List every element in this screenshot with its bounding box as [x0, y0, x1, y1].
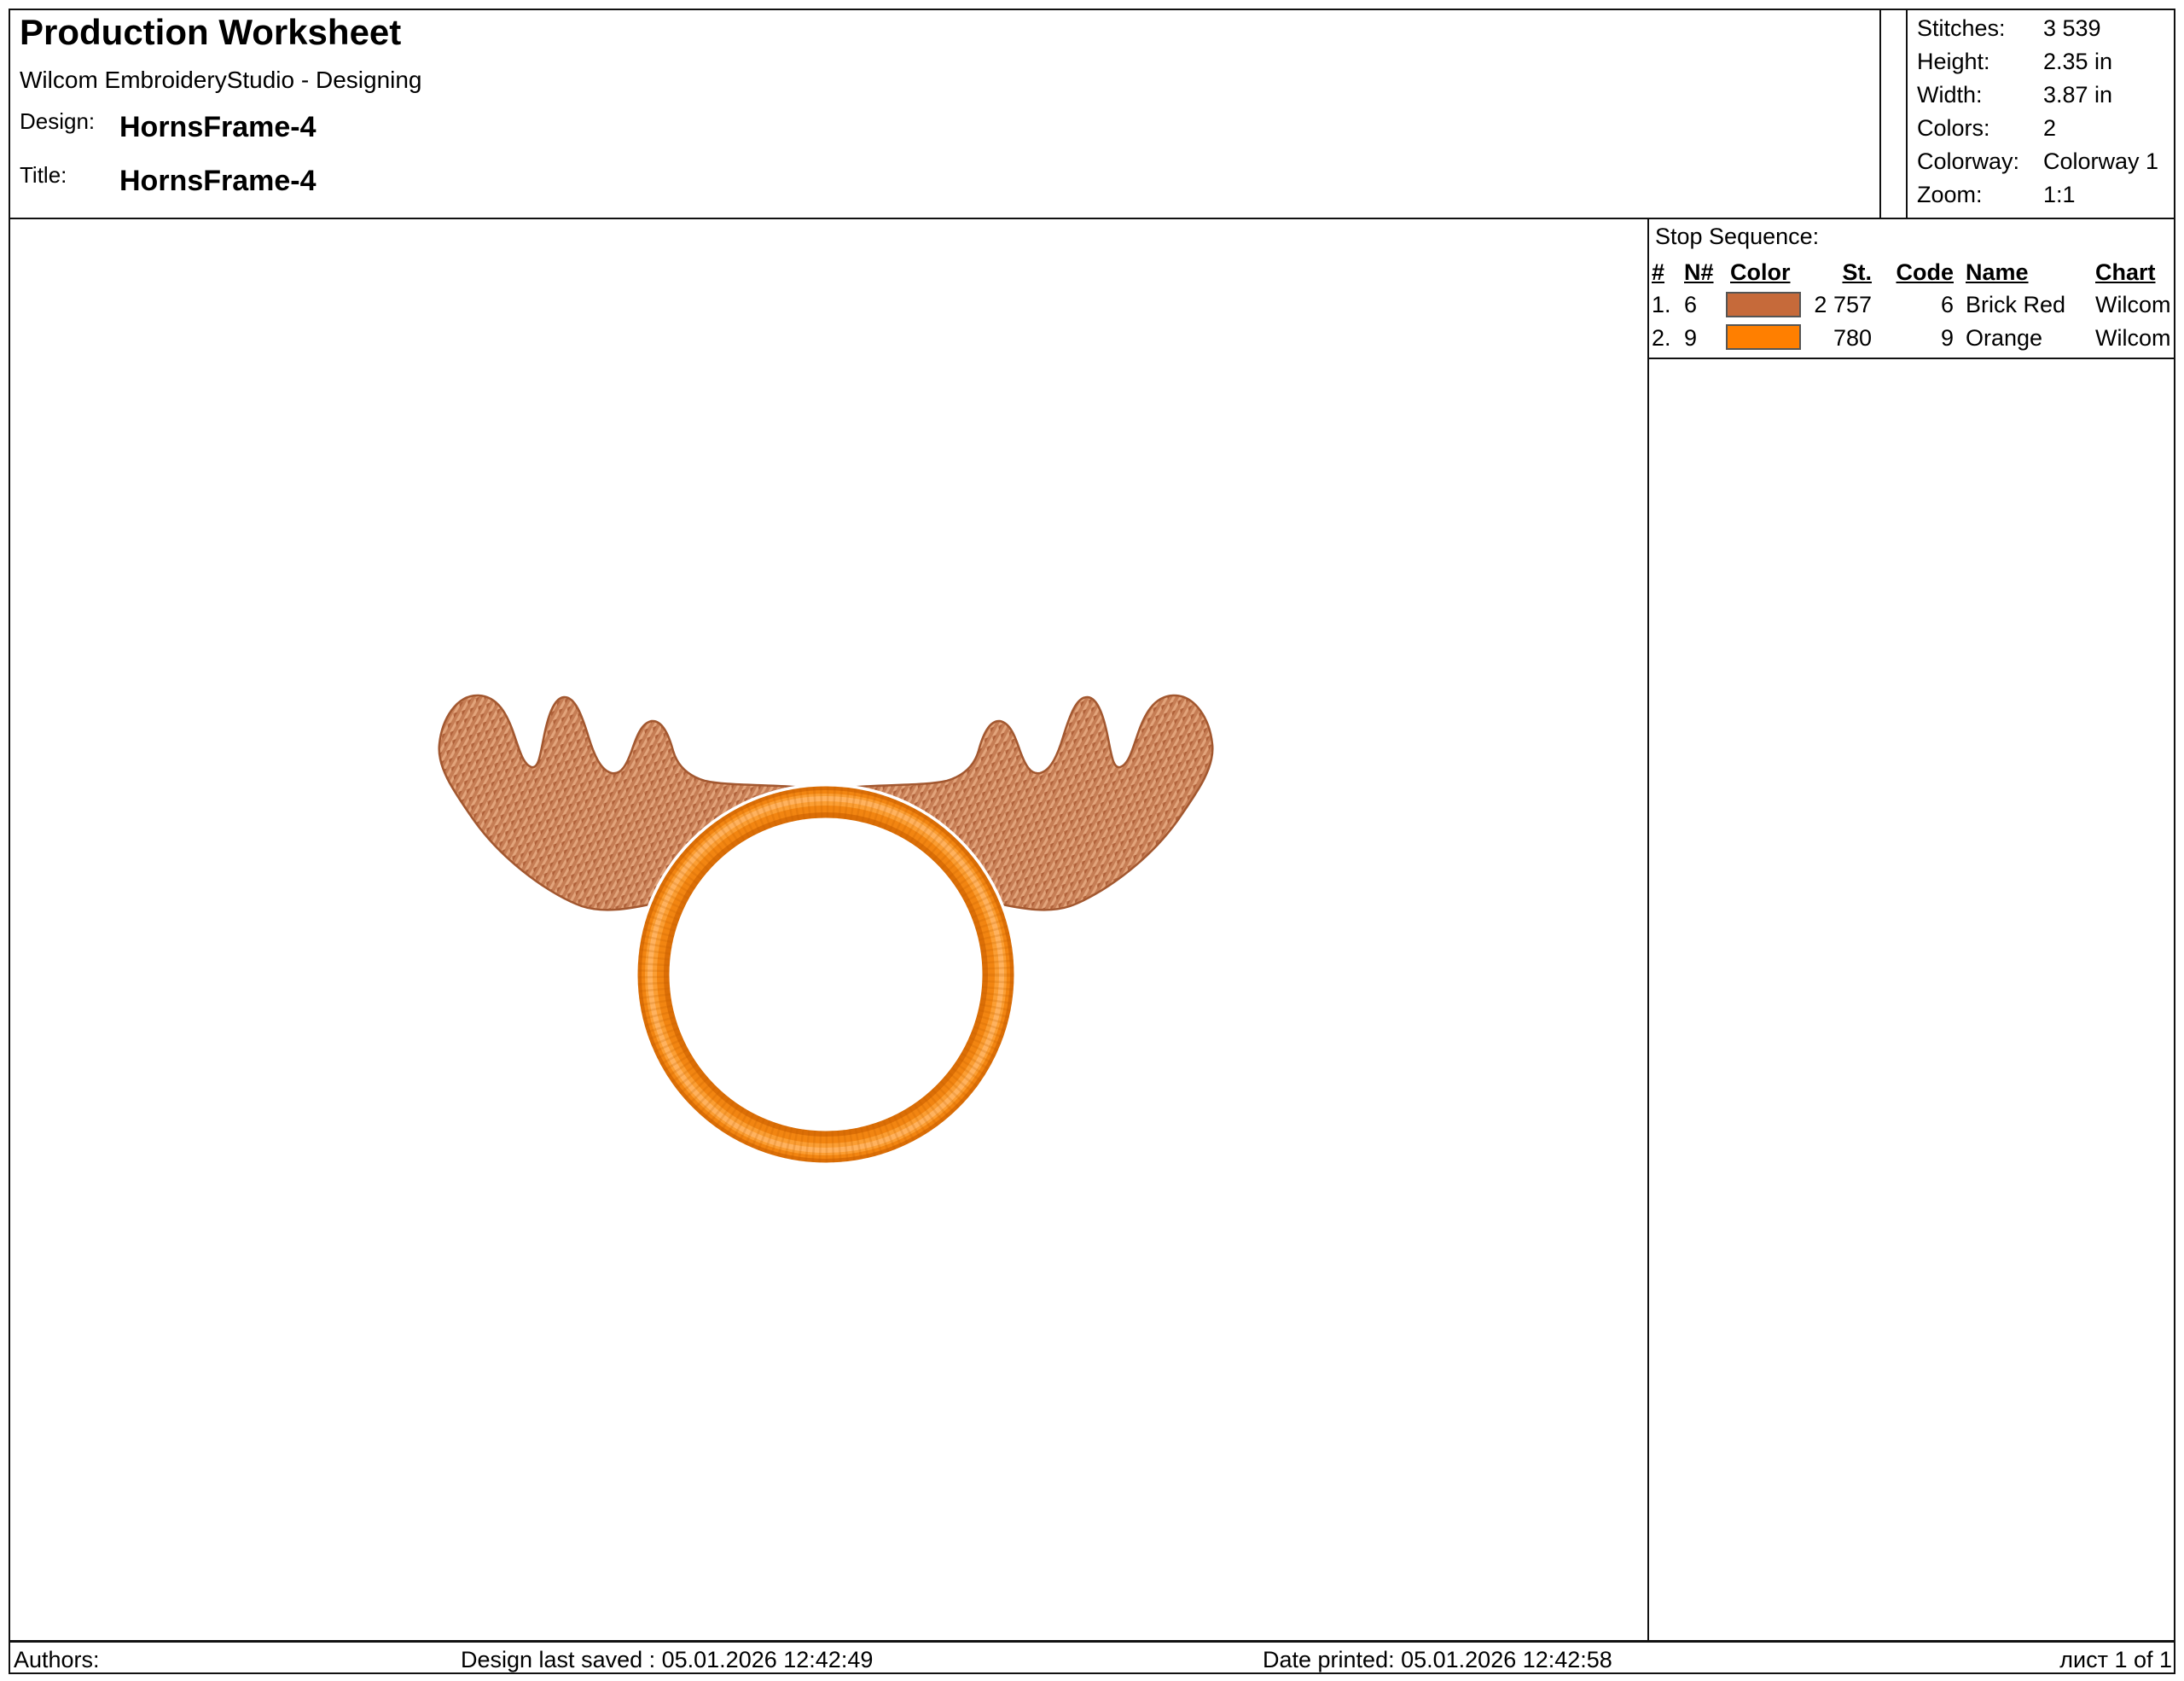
stop-row-1-name: Brick Red	[1966, 292, 2065, 318]
stop-row-2-needle: 9	[1684, 325, 1697, 352]
column-header-code: Code	[1891, 259, 1954, 286]
stop-row-1-needle: 6	[1684, 292, 1697, 318]
stop-row-1-num: 1.	[1652, 292, 1671, 318]
stop-row-2-chart: Wilcom	[2095, 325, 2171, 352]
info-label: Width:	[1917, 82, 1983, 108]
production-worksheet-page: Production Worksheet Wilcom EmbroiderySt…	[0, 0, 2184, 1681]
info-label: Zoom:	[1917, 182, 1983, 207]
info-value: Colorway 1	[2043, 148, 2158, 175]
design-name-value: HornsFrame-4	[119, 111, 317, 144]
footer-top-divider	[9, 1640, 2175, 1643]
stop-row-1-code: 6	[1891, 292, 1954, 318]
date-printed-text: Date printed: 05.01.2026 12:42:58	[1263, 1647, 1612, 1673]
info-row-zoom: Zoom: 1:1	[1917, 182, 2173, 208]
design-title-value: HornsFrame-4	[119, 165, 317, 198]
info-label: Stitches:	[1917, 15, 2006, 41]
title-label: Title:	[20, 162, 67, 189]
info-label: Colorway:	[1917, 148, 2019, 174]
stop-row-2-code: 9	[1891, 325, 1954, 352]
stop-row-2-name: Orange	[1966, 325, 2042, 352]
authors-label: Authors:	[14, 1647, 100, 1673]
sheet-page-number: лист 1 of 1	[2059, 1647, 2172, 1673]
info-label: Colors:	[1917, 115, 1990, 141]
page-title: Production Worksheet	[20, 12, 401, 53]
column-header-chart: Chart	[2095, 259, 2156, 286]
info-label: Height:	[1917, 49, 1990, 74]
design-label: Design:	[20, 108, 95, 135]
page-border	[9, 9, 2175, 1674]
app-subtitle: Wilcom EmbroideryStudio - Designing	[20, 67, 422, 94]
header-right-divider	[1879, 9, 1881, 219]
last-saved-text: Design last saved : 05.01.2026 12:42:49	[461, 1647, 873, 1673]
info-row-colors: Colors: 2	[1917, 115, 2173, 142]
infobox-left-border	[1906, 9, 1908, 219]
stop-row-2-stitches: 780	[1809, 325, 1872, 352]
stop-sequence-left-border	[1647, 219, 1649, 1641]
column-header-color: Color	[1730, 259, 1791, 286]
info-row-stitches: Stitches: 3 539	[1917, 15, 2173, 42]
column-header-stitches: St.	[1809, 259, 1872, 286]
column-header-name: Name	[1966, 259, 2029, 286]
stop-row-2-num: 2.	[1652, 325, 1671, 352]
info-row-width: Width: 3.87 in	[1917, 82, 2173, 108]
stop-sequence-bottom-border	[1647, 358, 2175, 359]
stop-row-1-chart: Wilcom	[2095, 292, 2171, 318]
header-bottom-divider	[9, 218, 2175, 219]
info-value: 1:1	[2043, 182, 2076, 208]
column-header-num: #	[1652, 259, 1664, 286]
stop-row-1-color-swatch	[1726, 292, 1801, 317]
column-header-needle: N#	[1684, 259, 1714, 286]
info-row-colorway: Colorway: Colorway 1	[1917, 148, 2173, 175]
info-value: 3.87 in	[2043, 82, 2112, 108]
info-value: 2	[2043, 115, 2056, 142]
stop-row-1-stitches: 2 757	[1809, 292, 1872, 318]
info-value: 2.35 in	[2043, 49, 2112, 75]
info-row-height: Height: 2.35 in	[1917, 49, 2173, 75]
stop-row-2-color-swatch	[1726, 324, 1801, 350]
stop-sequence-title: Stop Sequence:	[1655, 224, 1819, 250]
info-value: 3 539	[2043, 15, 2101, 42]
